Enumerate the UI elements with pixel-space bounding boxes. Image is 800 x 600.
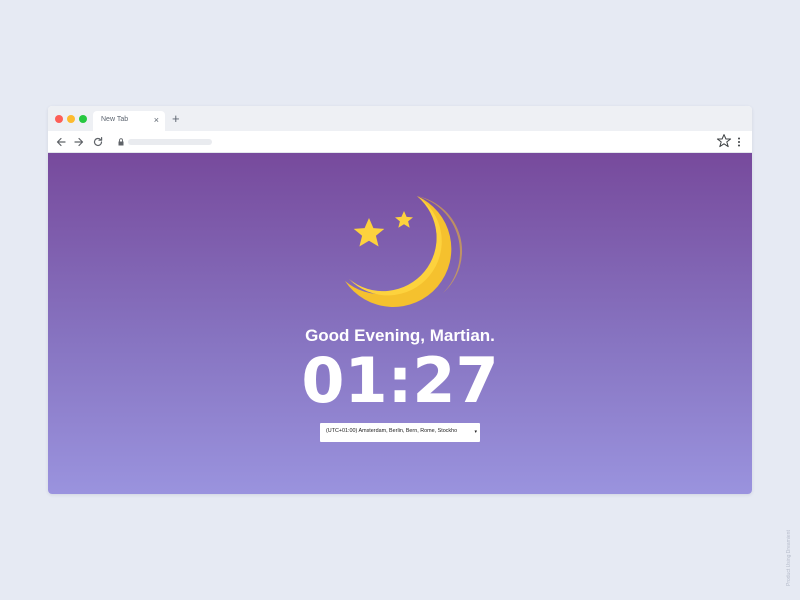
address-bar <box>48 131 752 153</box>
minimize-window-button[interactable] <box>67 115 75 123</box>
close-window-button[interactable] <box>55 115 63 123</box>
browser-window: New Tab × + Good Evening, Martian. 01:27… <box>48 106 752 494</box>
tab-bar: New Tab × + <box>48 106 752 131</box>
more-menu-icon[interactable] <box>736 136 742 148</box>
forward-arrow-icon[interactable] <box>73 136 85 148</box>
tab-title: New Tab <box>101 116 129 123</box>
chevron-down-icon: ▾ <box>474 429 477 435</box>
new-tab-page: Good Evening, Martian. 01:27 (UTC+01:00)… <box>48 153 752 494</box>
timezone-selected-value: (UTC+01:00) Amsterdam, Berlin, Bern, Rom… <box>326 428 458 434</box>
new-tab-button[interactable]: + <box>172 112 180 126</box>
credit-text: Product Using Dreamient <box>786 530 792 586</box>
back-arrow-icon[interactable] <box>55 136 67 148</box>
close-tab-icon[interactable]: × <box>154 114 159 126</box>
clock-time: 01:27 <box>301 344 499 417</box>
url-input[interactable] <box>128 139 212 145</box>
tab-new-tab[interactable]: New Tab × <box>93 111 165 131</box>
maximize-window-button[interactable] <box>79 115 87 123</box>
lock-icon <box>118 138 124 146</box>
greeting-text: Good Evening, Martian. <box>305 326 495 345</box>
timezone-select[interactable]: (UTC+01:00) Amsterdam, Berlin, Bern, Rom… <box>320 423 480 442</box>
crescent-moon-with-stars-icon <box>345 196 463 307</box>
reload-icon[interactable] <box>92 136 104 148</box>
bookmark-star-icon[interactable] <box>716 133 732 149</box>
